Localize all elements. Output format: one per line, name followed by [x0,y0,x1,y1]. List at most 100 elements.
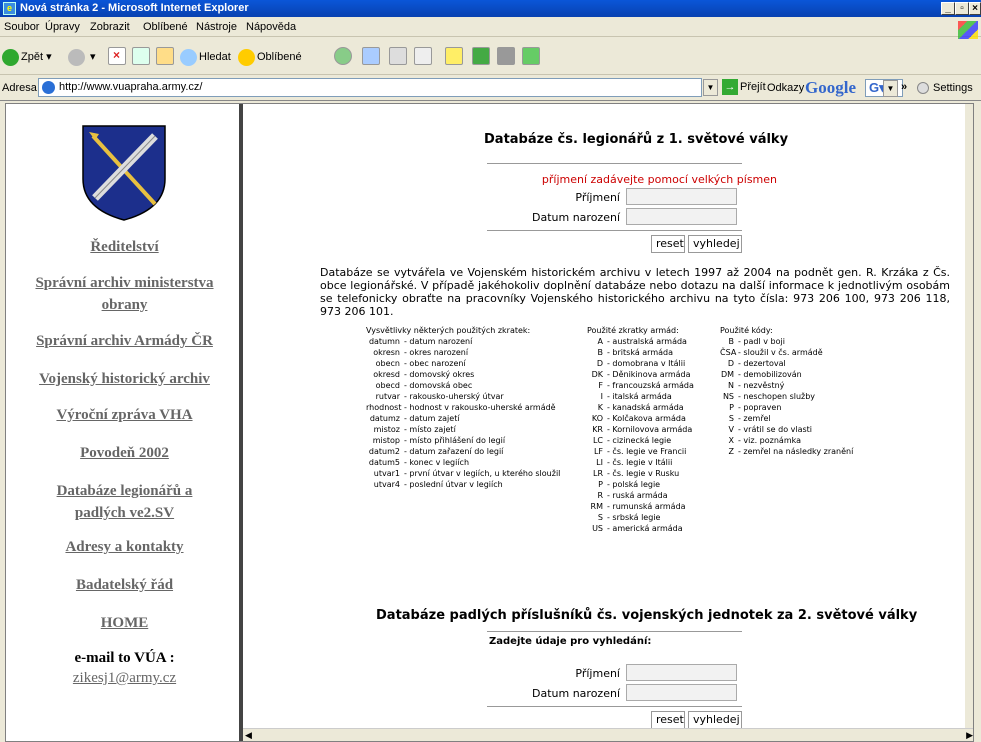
armies-code: LF [593,447,603,456]
form1-surname-input[interactable] [626,188,737,205]
codes-code: ČSA [720,348,737,357]
form1-birth-label: Datum narození [532,211,620,224]
armies-row: KR - Kornilovova armáda [587,424,694,435]
scroll-right-icon[interactable]: ▶ [966,730,973,741]
armies-row: D - domobrana v Itálii [587,358,694,369]
sidebar-link-spravni-archiv-acr[interactable]: Správní archiv Armády ČR [6,330,243,352]
links-label[interactable]: Odkazy [767,82,804,94]
armies-row: S - srbská legie [587,512,694,523]
armies-row: LI - čs. legie v Itálii [587,457,694,468]
mail-icon[interactable] [362,47,380,65]
codes-code: S [728,414,734,423]
refresh-icon[interactable] [132,47,150,65]
history-icon[interactable] [334,47,352,65]
abbrev-row: obecn - obec narození [366,358,560,369]
sidebar-link-adresy-kontakty[interactable]: Adresy a kontakty [6,536,243,558]
abbrev-desc: - okres narození [404,348,469,357]
armies-row: P - polská legie [587,479,694,490]
maximize-button[interactable]: ▫ [955,2,969,15]
email-link[interactable]: zikesj1@army.cz [6,670,243,687]
armies-desc: - kanadská armáda [607,403,684,412]
sidebar-link-home[interactable]: HOME [6,612,243,634]
codes-row: P - popraven [720,402,853,413]
close-button[interactable]: × [969,2,981,15]
form1-reset-button[interactable]: reset [651,235,685,253]
sidebar-link-vyrocni-zprava[interactable]: Výroční zpráva VHA [6,404,243,426]
divider [487,631,742,632]
armies-code: KO [591,414,603,423]
edit-icon[interactable] [414,47,432,65]
armies-row: US - americká armáda [587,523,694,534]
codes-desc: - nezvěstný [738,381,785,390]
codes-row: N - nezvěstný [720,380,853,391]
menu-view[interactable]: Zobrazit [90,21,130,33]
sidebar-link-vojensky-historicky-archiv[interactable]: Vojenský historický archiv [6,368,243,390]
sidebar-link-reditelstvi[interactable]: Ředitelství [6,236,243,258]
armies-code: F [598,381,603,390]
abbrev-row: datum5 - konec v legiích [366,457,560,468]
search-button[interactable]: Hledat [180,48,231,66]
contacts-icon[interactable] [522,47,540,65]
minimize-button[interactable]: _ [941,2,955,15]
address-bar: Adresa http://www.vuapraha.army.cz/ ▼ → P… [0,75,981,101]
menu-edit[interactable]: Úpravy [45,21,80,33]
address-dropdown[interactable]: ▼ [703,79,718,96]
horizontal-scrollbar[interactable]: ◀ ▶ [243,728,973,741]
abbrev-code: datum2 [368,447,400,456]
chevron-right-icon[interactable]: » [901,81,907,93]
menu-bar: Soubor Úpravy Zobrazit Oblíbené Nástroje… [0,17,981,39]
menu-help[interactable]: Nápověda [246,21,296,33]
abbrev-table: Vysvětlivky některých použitých zkratek:… [366,325,560,490]
codes-heading: Použité kódy: [720,326,773,335]
back-button[interactable]: Zpět ▾ [2,48,52,66]
menu-file[interactable]: Soubor [4,21,39,33]
vertical-scrollbar[interactable] [965,104,973,728]
form2-birth-input[interactable] [626,684,737,701]
armies-code: DK [591,370,603,379]
sidebar-link-spravni-archiv-mo[interactable]: Správní archiv ministerstva obrany [6,272,243,316]
print-icon[interactable] [389,47,407,65]
google-dropdown[interactable]: ▼ [883,80,898,97]
abbrev-code: rutvar [375,392,400,401]
menu-tools[interactable]: Nástroje [196,21,237,33]
abbrev-heading: Vysvětlivky některých použitých zkratek: [366,326,531,335]
abbrev-desc: - konec v legiích [404,458,470,467]
form1-birth-input[interactable] [626,208,737,225]
abbrev-row: mistoz - místo zajetí [366,424,560,435]
go-button[interactable]: → Přejít [722,79,766,96]
sidebar-link-povoden-2002[interactable]: Povodeň 2002 [6,442,243,464]
scroll-left-icon[interactable]: ◀ [245,730,252,741]
sidebar-link-badatelsky-rad[interactable]: Badatelský řád [6,574,243,596]
codes-desc: - viz. poznámka [738,436,802,445]
settings-button[interactable]: Settings [933,82,973,94]
messenger-icon[interactable] [472,47,490,65]
favorites-button[interactable]: Oblíbené [238,48,302,66]
back-arrow-icon [2,48,19,66]
abbrev-code: datumz [369,414,400,423]
armies-row: LC - cizinecká legie [587,435,694,446]
armies-code: LR [592,469,603,478]
form1-search-button[interactable]: vyhledej [688,235,742,253]
form2-reset-button[interactable]: reset [651,711,685,729]
codes-table: Použité kódy: B - padl v boji ČSA - sloužil … [720,325,853,457]
address-input[interactable]: http://www.vuapraha.army.cz/ [38,78,702,97]
armies-code: S [597,513,603,522]
discuss-icon[interactable] [445,47,463,65]
form2-surname-input[interactable] [626,664,737,681]
codes-code: B [728,337,735,346]
armies-row: K - kanadská armáda [587,402,694,413]
armies-code: LI [596,458,603,467]
armies-code: B [597,348,604,357]
stop-icon[interactable]: × [108,47,126,65]
armies-desc: - italská armáda [607,392,672,401]
research-icon[interactable] [497,47,515,65]
codes-code: V [728,425,734,434]
home-icon[interactable] [156,47,174,65]
form2-surname-label: Příjmení [575,667,620,680]
form2-search-button[interactable]: vyhledej [688,711,742,729]
menu-favorites[interactable]: Oblíbené [143,21,188,33]
armies-desc: - Děnikinova armáda [607,370,691,379]
armies-row: B- britská armáda [587,347,694,358]
forward-button[interactable]: ▾ [68,48,96,66]
sidebar-link-databaze-legionaru[interactable]: Databáze legionářů a padlých ve2.SV [6,480,243,524]
